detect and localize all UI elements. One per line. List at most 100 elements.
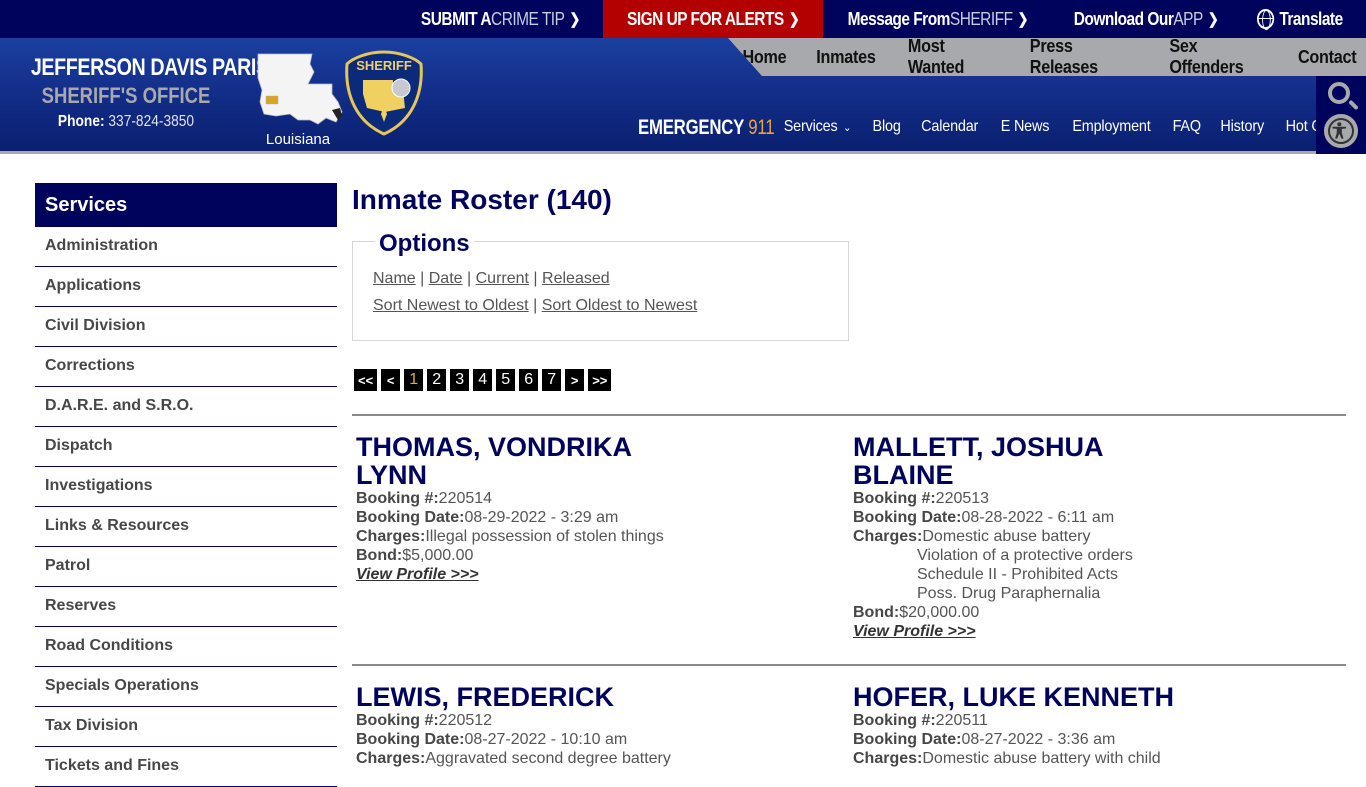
sidebar-item-dispatch[interactable]: Dispatch [35,427,337,467]
inmate-name[interactable]: MALLETT, JOSHUA BLAINE [853,433,1183,489]
sidebar-item-reserves[interactable]: Reserves [35,587,337,627]
inmate-name[interactable]: THOMAS, VONDRIKA LYNN [356,433,686,489]
search-icon[interactable] [1328,82,1350,104]
view-profile-link[interactable]: View Profile >>> [853,623,976,640]
charges: Charges:Aggravated second degree battery [356,749,756,768]
sidebar-item-links-resources[interactable]: Links & Resources [35,507,337,547]
sidebar-item-applications[interactable]: Applications [35,267,337,307]
nav-sex-offenders[interactable]: Sex Offenders [1159,38,1277,76]
sidebar-item-tax-division[interactable]: Tax Division [35,707,337,747]
booking-date: Booking Date:08-27-2022 - 10:10 am [356,730,756,749]
sidebar-item-road-conditions[interactable]: Road Conditions [35,627,337,667]
page-2-button[interactable]: 2 [427,369,447,391]
field-value: $20,000.00 [899,604,980,621]
field-value: 220511 [935,712,988,729]
field-label: Bond: [853,604,900,621]
page-5-button[interactable]: 5 [496,369,516,391]
nav-inmates[interactable]: Inmates [805,47,886,68]
sidebar-item-corrections[interactable]: Corrections [35,347,337,387]
sidebar-item-administration[interactable]: Administration [35,227,337,267]
page-prev-button[interactable]: < [381,369,401,391]
inmate-card: MALLETT, JOSHUA BLAINE Booking #:220513 B… [853,433,1183,641]
sidebar-item-civil-division[interactable]: Civil Division [35,307,337,347]
field-label: Bond: [356,547,403,564]
page-last-button[interactable]: >> [588,369,612,391]
link-highlight: SHERIFF [949,8,1013,29]
options-legend: Options [375,230,474,258]
page-1-button[interactable]: 1 [404,369,424,391]
nav-home[interactable]: Home [732,47,798,68]
nav-contact[interactable]: Contact [1287,47,1362,68]
charge: Illegal possession of stolen things [425,528,664,545]
subnav-calendar[interactable]: Calendar [914,118,985,136]
accessibility-icon[interactable] [1324,114,1358,148]
filter-current-link[interactable]: Current [476,270,529,287]
divider [352,664,1346,666]
sidebar-item-dare-sro[interactable]: D.A.R.E. and S.R.O. [35,387,337,427]
page-title: Inmate Roster (140) [352,184,612,215]
site-header: JEFFERSON DAVIS PARISH SHERIFF'S OFFICE … [0,38,1366,154]
chevron-right-icon: ❯ [569,11,580,28]
sign-up-alerts-link[interactable]: SIGN UP FOR ALERTS ❯ [602,0,823,38]
nav-press-releases[interactable]: Press Releases [1019,38,1145,76]
chevron-right-icon: ❯ [1208,11,1219,28]
inmate-card: LEWIS, FREDERICK Booking #:220512 Bookin… [356,683,756,768]
inmate-name-line1: THOMAS, VONDRIKA [356,432,632,462]
page-3-button[interactable]: 3 [450,369,470,391]
sheriff-badge-logo: SHERIFF [345,50,423,136]
filter-name-link[interactable]: Name [373,270,416,287]
secondary-navigation: Services ⌄ Blog Calendar E News Employme… [772,118,1363,136]
sort-newest-link[interactable]: Sort Newest to Oldest [373,297,529,314]
link-text: Message From [847,8,950,29]
bond: Bond:$5,000.00 [356,546,686,565]
filter-date-link[interactable]: Date [429,270,463,287]
sort-oldest-link[interactable]: Sort Oldest to Newest [542,297,698,314]
globe-icon [1257,9,1275,30]
download-app-link[interactable]: Download Our APP ❯ [1052,0,1240,38]
subnav-e-news[interactable]: E News [993,118,1056,136]
link-highlight: APP [1173,8,1204,29]
field-label: Charges: [356,750,426,767]
subnav-blog[interactable]: Blog [865,118,908,136]
sidebar-item-patrol[interactable]: Patrol [35,547,337,587]
inmate-name[interactable]: HOFER, LUKE KENNETH [853,683,1253,711]
filter-released-link[interactable]: Released [542,270,610,287]
divider [352,414,1346,416]
message-from-sheriff-link[interactable]: Message From SHERIFF ❯ [823,0,1053,38]
page-next-button[interactable]: > [565,369,585,391]
separator: | [533,297,538,314]
subnav-history[interactable]: History [1213,118,1271,136]
view-profile-link[interactable]: View Profile >>> [356,566,479,583]
charge: Domestic abuse battery with child [922,750,1161,767]
louisiana-map-icon [257,53,343,125]
subnav-employment[interactable]: Employment [1065,118,1158,136]
page-6-button[interactable]: 6 [519,369,539,391]
field-label: Charges: [356,528,426,545]
inmate-name-line2: LYNN [356,460,428,490]
filter-links: Name | Date | Current | Released [373,270,610,288]
field-label: Booking #: [356,490,439,507]
field-value: 220514 [438,490,493,507]
sidebar-item-investigations[interactable]: Investigations [35,467,337,507]
field-value: 08-29-2022 - 3:29 am [464,509,619,526]
field-label: Booking Date: [356,509,465,526]
chevron-right-icon: ❯ [1017,11,1028,28]
subnav-services[interactable]: Services ⌄ [777,118,859,136]
sidebar-item-specials-operations[interactable]: Specials Operations [35,667,337,707]
sidebar-item-tickets-fines[interactable]: Tickets and Fines [35,747,337,787]
page-7-button[interactable]: 7 [542,369,562,391]
link-text: SUBMIT A [420,8,492,29]
charges: Charges:Domestic abuse battery with chil… [853,749,1253,768]
translate-button[interactable]: Translate [1240,0,1366,38]
site-logo-text[interactable]: JEFFERSON DAVIS PARISH SHERIFF'S OFFICE … [10,54,283,131]
nav-most-wanted[interactable]: Most Wanted [897,38,1007,76]
sidebar-title: Services [35,183,337,227]
page-4-button[interactable]: 4 [473,369,493,391]
brand-phone: Phone: 337-824-3850 [26,113,226,131]
inmate-name[interactable]: LEWIS, FREDERICK [356,683,756,711]
submit-crime-tip-link[interactable]: SUBMIT A CRIME TIP ❯ [398,0,603,38]
page-first-button[interactable]: << [354,369,378,391]
services-sidebar: Services Administration Applications Civ… [35,183,337,787]
subnav-faq[interactable]: FAQ [1165,118,1208,136]
badge-text: SHERIFF [356,58,412,73]
